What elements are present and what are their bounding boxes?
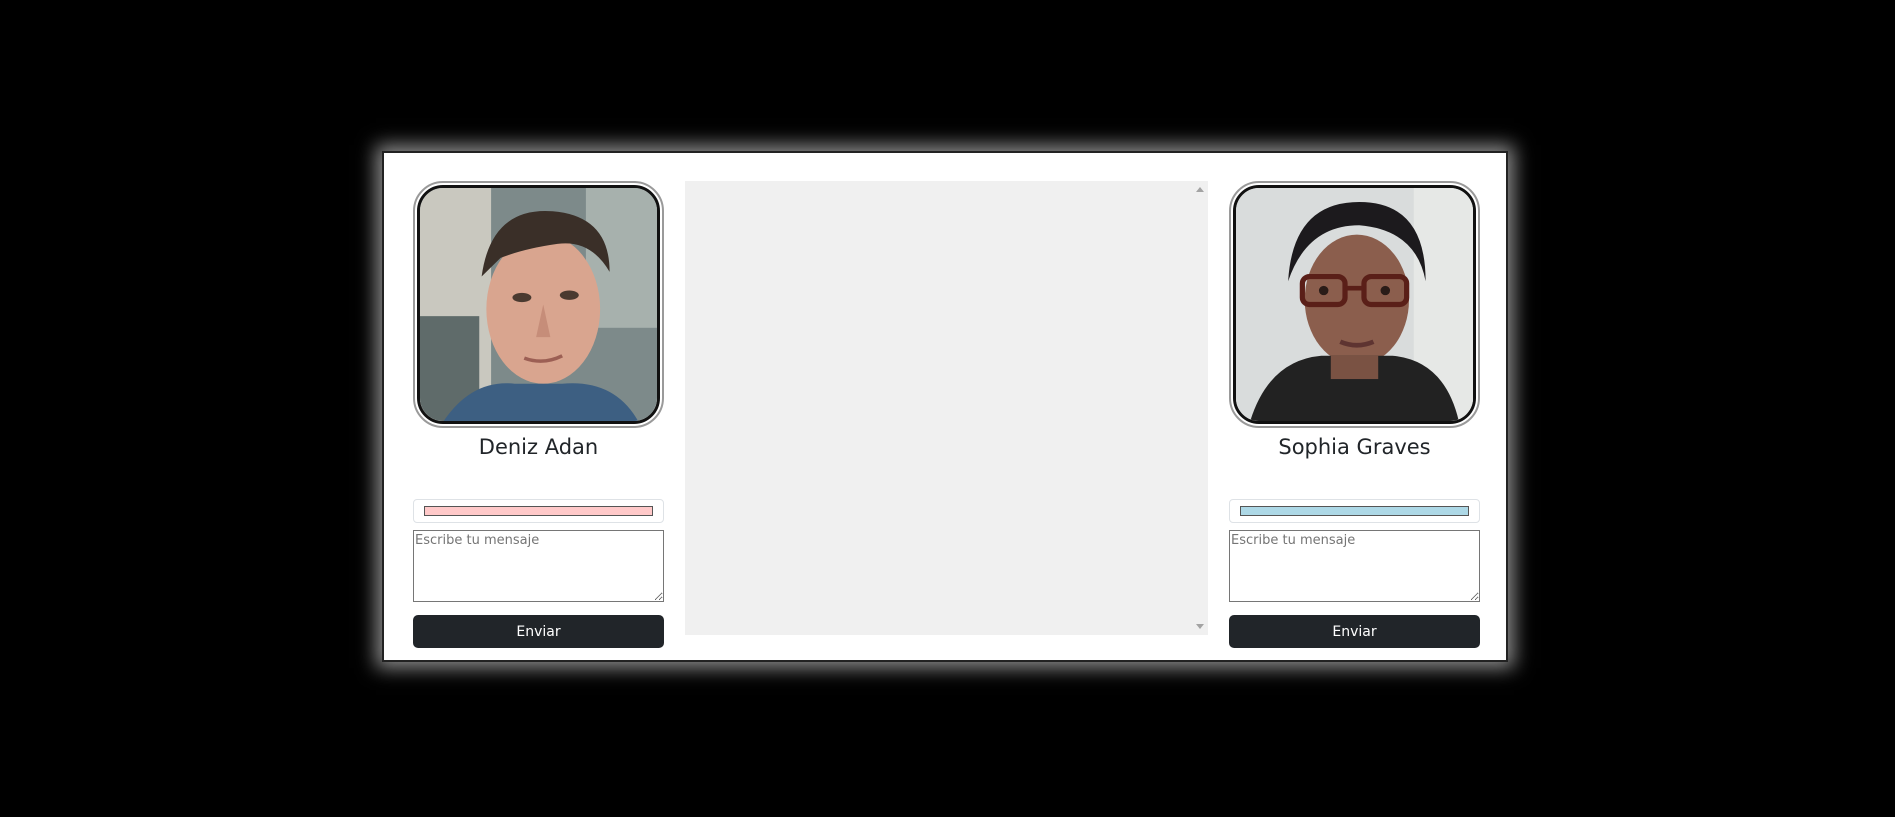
color-picker[interactable] <box>413 499 664 523</box>
user-name: Deniz Adan <box>478 435 599 459</box>
color-picker[interactable] <box>1229 499 1480 523</box>
user-panel-sophia: Sophia Graves Enviar <box>1229 181 1480 648</box>
send-button[interactable]: Enviar <box>413 615 664 648</box>
message-input[interactable] <box>1229 530 1480 602</box>
avatar-frame <box>1229 181 1480 428</box>
send-button[interactable]: Enviar <box>1229 615 1480 648</box>
messages-area[interactable] <box>685 181 1208 635</box>
avatar-photo-deniz <box>420 188 657 421</box>
scroll-up-arrow-icon[interactable] <box>1196 187 1204 192</box>
user-name: Sophia Graves <box>1278 435 1431 459</box>
color-swatch[interactable] <box>1240 506 1469 516</box>
message-input[interactable] <box>413 530 664 602</box>
user-panel-deniz: Deniz Adan Enviar <box>413 181 664 648</box>
scroll-down-arrow-icon[interactable] <box>1196 624 1204 629</box>
avatar-sophia <box>1233 185 1476 424</box>
avatar-photo-sophia <box>1236 188 1473 421</box>
avatar-frame <box>413 181 664 428</box>
page-background: Deniz Adan Enviar <box>0 0 1895 817</box>
color-swatch[interactable] <box>424 506 653 516</box>
chat-card: Deniz Adan Enviar <box>382 151 1508 662</box>
avatar-deniz <box>417 185 660 424</box>
